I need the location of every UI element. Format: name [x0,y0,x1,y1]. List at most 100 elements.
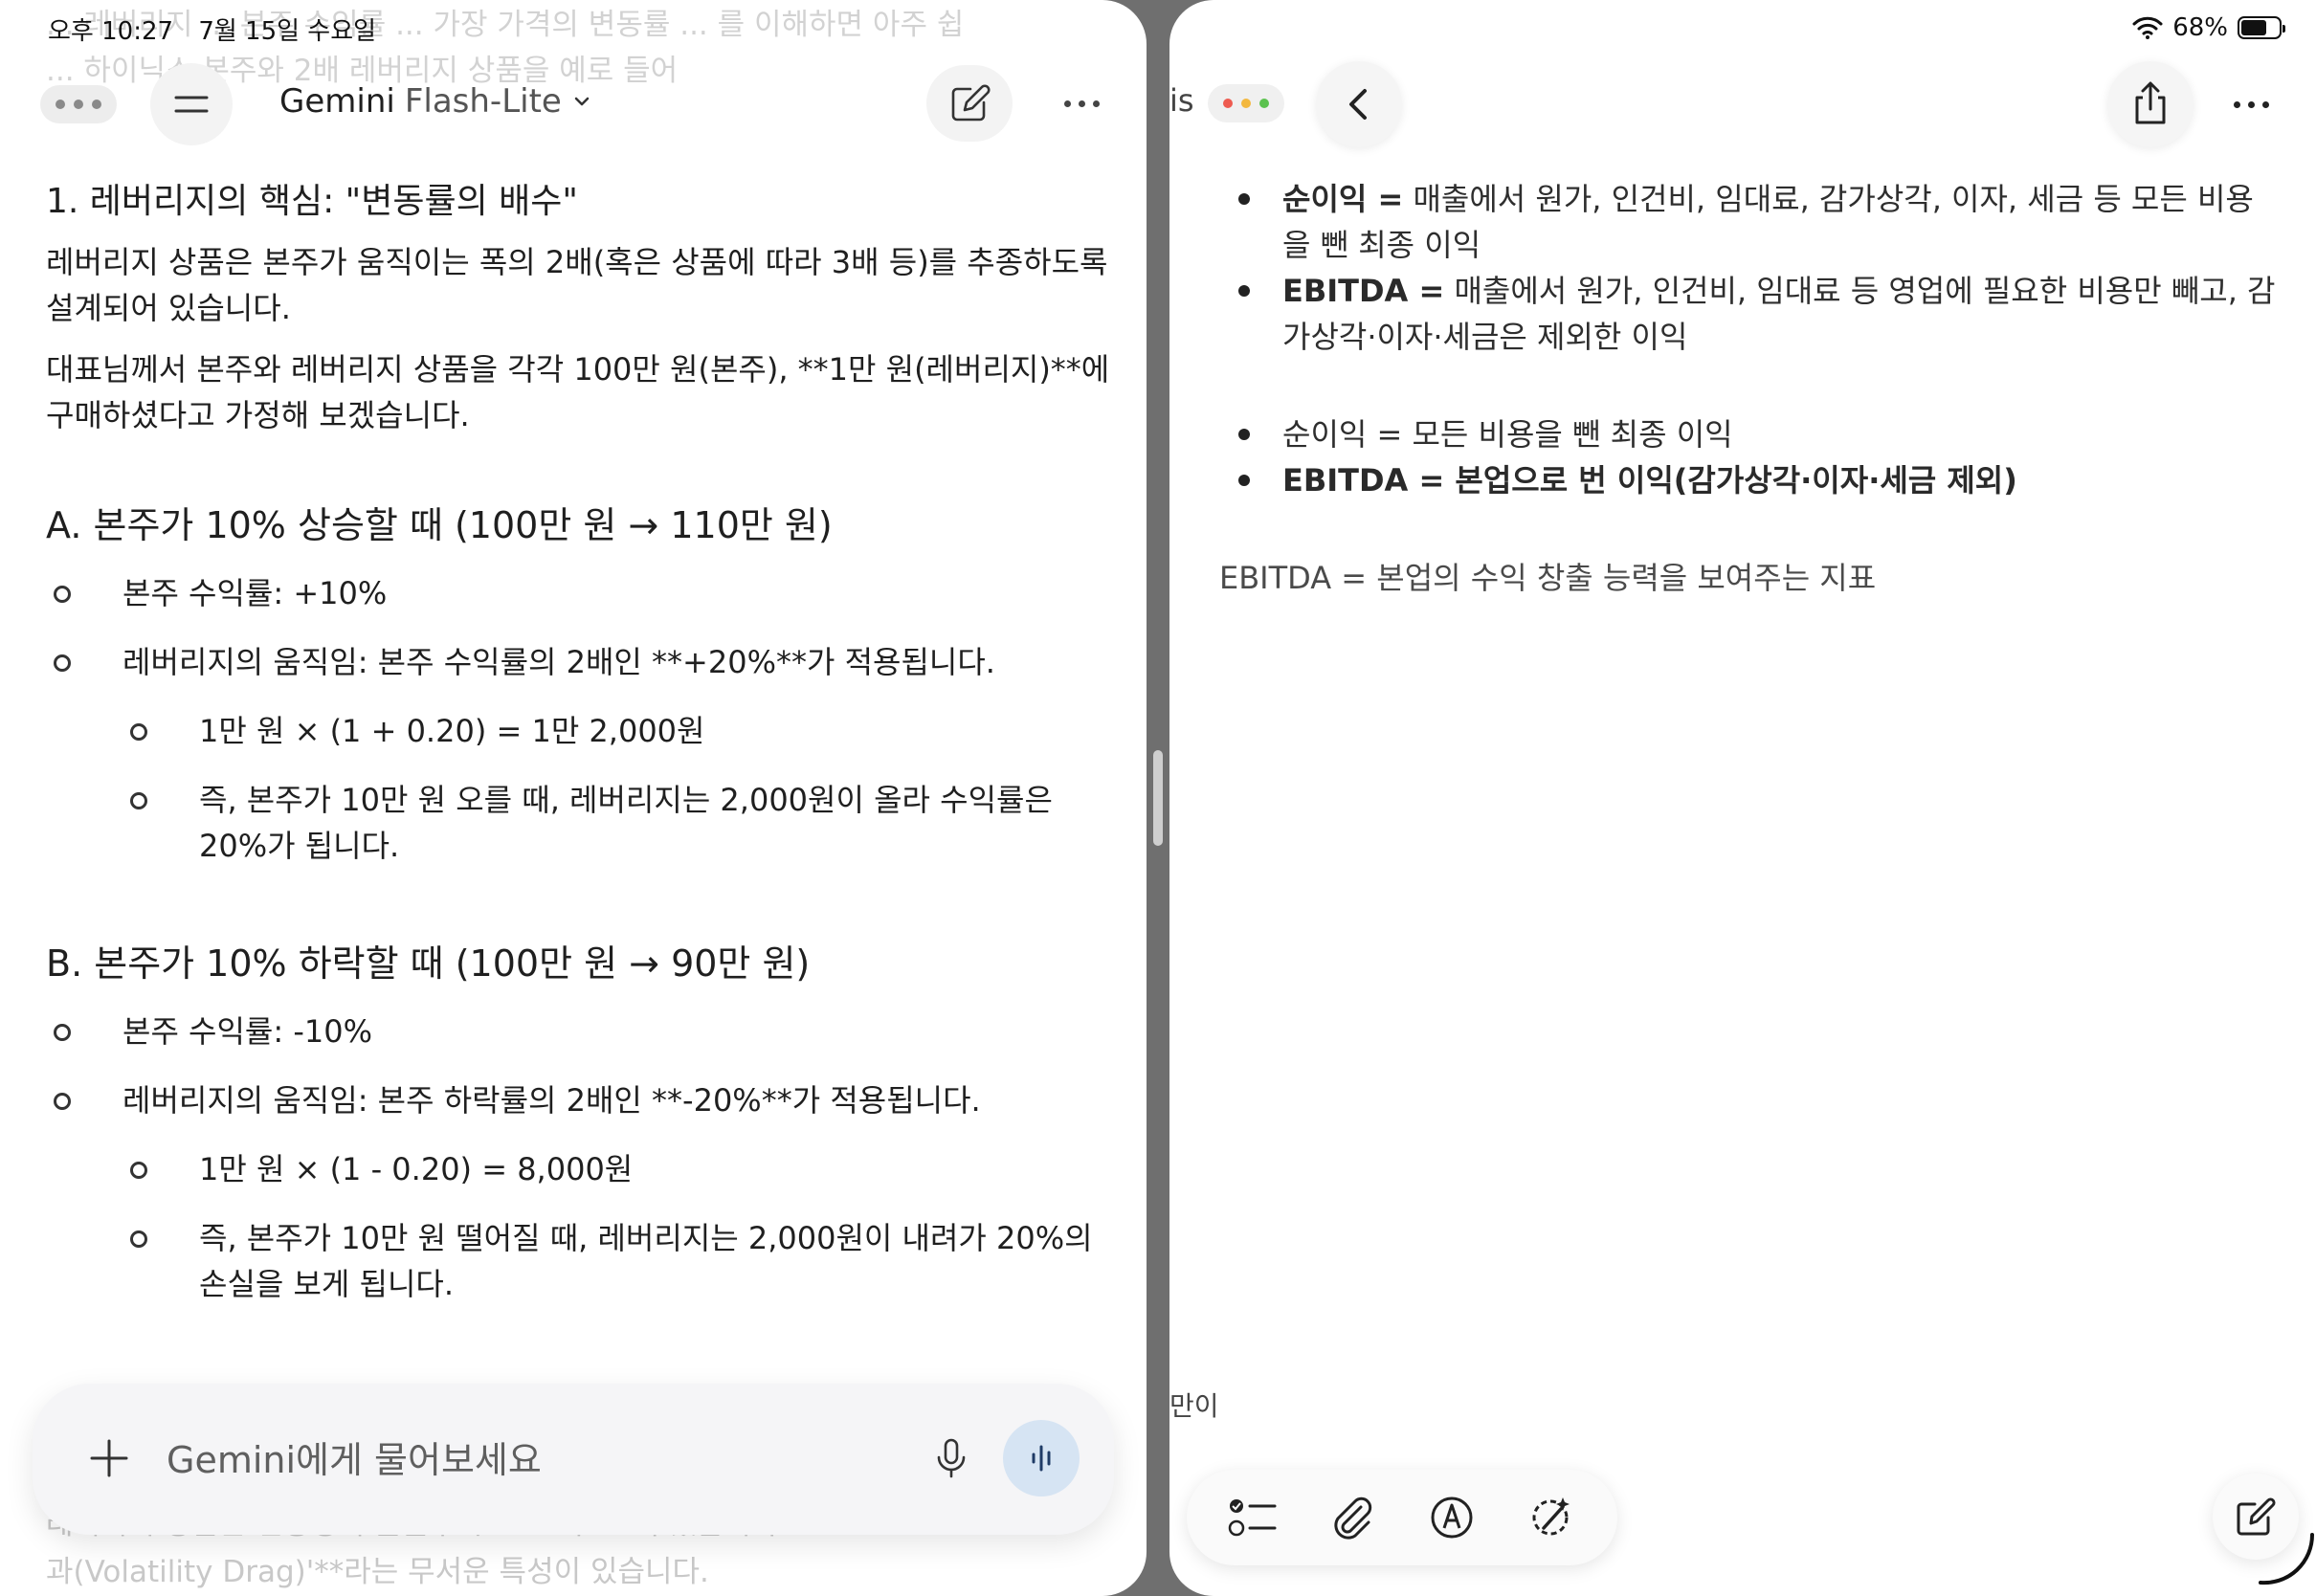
definition: 모든 비용을 뺀 최종 이익 [1402,416,1733,453]
subsection-heading-b: B. 본주가 10% 하락할 때 (100만 원 → 90만 원) [46,942,811,985]
list-item-text: 즉, 본주가 10만 원 오를 때, 레버리지는 2,000원이 올라 수익률은… [199,782,1053,864]
list-item-text: 레버리지의 움직임: 본주 하락률의 2배인 **-20%**가 적용됩니다. [122,1082,981,1119]
paperclip-icon [1334,1496,1372,1540]
status-date: 7월 15일 수요일 [198,17,377,46]
term: EBITDA = [1282,462,1445,499]
list-item-text: 1만 원 × (1 + 0.20) = 1만 2,000원 [199,713,705,749]
list-item: EBITDA = 본업으로 번 이익(감가상각·이자·세금 제외) [1219,457,2282,503]
checklist-icon [1228,1499,1277,1537]
list-item: 레버리지의 움직임: 본주 수익률의 2배인 **+20%**가 적용됩니다. [46,639,1118,685]
status-bar-right: 68% [2132,13,2285,42]
bullet-circle [54,654,71,672]
menu-icon [174,96,209,113]
chevron-down-icon [574,97,590,106]
section-heading: 1. 레버리지의 핵심: "변동률의 배수" [46,182,578,221]
list-item-text: 본주 수익률: +10% [122,575,388,611]
markup-button[interactable] [1421,1487,1482,1548]
more-dot [1078,100,1085,107]
new-chat-button[interactable] [926,65,1013,142]
list-item: 레버리지의 움직임: 본주 하락률의 2배인 **-20%**가 적용됩니다. [46,1077,1118,1123]
battery-percent: 68% [2172,13,2228,42]
bullet-circle [54,586,71,603]
prompt-bar [33,1384,1114,1535]
background-window-text: is [1169,82,1194,119]
share-button[interactable] [2107,61,2194,147]
list-item-text: 즉, 본주가 10만 원 떨어질 때, 레버리지는 2,000원이 내려가 20… [199,1220,1093,1302]
menu-button[interactable] [150,63,233,145]
ghost-line: 과(Volatility Drag)'**라는 무서운 특성이 있습니다. [46,1555,709,1589]
more-dot [1092,100,1100,107]
background-window-text: 만이 [1169,1390,1219,1422]
bullet-list: 순이익 = 모든 비용을 뺀 최종 이익 EBITDA = 본업으로 번 이익(… [1219,411,2282,503]
voice-mode-button[interactable] [1003,1420,1080,1496]
sub-list-item: 1만 원 × (1 + 0.20) = 1만 2,000원 [46,708,1118,754]
paragraph: 대표님께서 본주와 레버리지 상품을 각각 100만 원(본주), **1만 원… [46,351,1110,433]
definition: 매출에서 원가, 인건비, 임대료, 감가상각, 이자, 세금 등 모든 비용을… [1282,181,2254,263]
close-dot [1223,99,1233,108]
writing-tools-button[interactable] [1520,1487,1581,1548]
window-controls[interactable] [40,85,117,123]
attachment-button[interactable] [1322,1487,1383,1548]
list-item-text: 레버리지의 움직임: 본주 수익률의 2배인 **+20%**가 적용됩니다. [122,644,995,680]
mic-icon [937,1438,966,1478]
plus-icon [90,1439,128,1477]
term: EBITDA = [1282,273,1445,309]
notes-toolbar [1187,1470,1617,1565]
note-body[interactable]: 순이익 = 매출에서 원가, 인건비, 임대료, 감가상각, 이자, 세금 등 … [1219,176,2282,601]
sub-list-item: 즉, 본주가 10만 원 오를 때, 레버리지는 2,000원이 올라 수익률은… [46,777,1118,869]
split-view-handle[interactable] [1153,750,1163,846]
apple-intelligence-icon [1532,1497,1570,1536]
bullet-circle [130,1162,147,1179]
bullet-circle [130,792,147,809]
gemini-header: Gemini Flash-Lite [0,57,1147,149]
list-item-text: 1만 원 × (1 - 0.20) = 8,000원 [199,1151,634,1187]
more-dot [1063,100,1071,107]
edit-icon [951,84,991,122]
resize-corner-icon[interactable] [2251,1521,2316,1588]
term: 순이익 = [1282,181,1404,217]
more-options-button[interactable] [1043,86,1120,121]
bullet-circle [130,723,147,741]
notes-window: is 만이 68% 순이익 = 매출에서 원가, 인건비, 임대료, 감가상각,… [1169,0,2316,1596]
model-selector[interactable]: Gemini Flash-Lite [279,82,592,121]
bullet-circle [130,1230,147,1248]
subsection-heading-a: A. 본주가 10% 상승할 때 (100만 원 → 110만 원) [46,504,833,546]
window-dot [56,100,65,109]
battery-fill [2241,20,2266,35]
note-more-button[interactable] [2213,80,2289,128]
list-item: EBITDA = 매출에서 원가, 인건비, 임대료 등 영업에 필요한 비용만… [1219,268,2282,360]
list-item-text: 본주 수익률: -10% [122,1013,372,1050]
status-time: 오후 10:27 [48,17,174,46]
battery-icon [2238,16,2285,39]
list-item: 순이익 = 매출에서 원가, 인건비, 임대료, 감가상각, 이자, 세금 등 … [1219,176,2282,268]
window-dot [74,100,83,109]
status-bar-left: 오후 10:27 7월 15일 수요일 [48,11,393,47]
minimize-dot [1241,99,1251,108]
more-dot [2247,100,2255,108]
prompt-input[interactable] [167,1433,894,1487]
voice-mode-icon [1032,1445,1051,1472]
gemini-window: ... 레버리지 ... 본주 수익률 ... 가장 가격의 변동률 ... 를… [0,0,1147,1596]
bullet-circle [54,1093,71,1110]
microphone-button[interactable] [923,1430,980,1487]
window-controls[interactable] [1208,84,1284,122]
more-dot [2233,100,2240,108]
back-button[interactable] [1316,61,1402,147]
add-attachment-button[interactable] [82,1431,136,1485]
list-item: 본주 수익률: +10% [46,570,1118,616]
model-name: Flash-Lite [404,82,562,121]
back-icon [1349,89,1367,120]
app-name: Gemini [279,82,395,121]
share-icon [2135,81,2166,124]
markup-pen-icon [1431,1496,1473,1539]
more-dot [2261,100,2269,108]
checklist-button[interactable] [1223,1487,1284,1548]
window-dot [92,100,101,109]
chat-response: 1. 레버리지의 핵심: "변동률의 배수" 레버리지 상품은 본주가 움직이는… [46,178,1118,1330]
paragraph: 레버리지 상품은 본주가 움직이는 폭의 2배(혹은 상품에 따라 3배 등)를… [46,244,1108,326]
sub-list-item: 즉, 본주가 10만 원 떨어질 때, 레버리지는 2,000원이 내려가 20… [46,1215,1118,1307]
definition: 본업으로 번 이익(감가상각·이자·세금 제외) [1444,462,2017,499]
summary-line: EBITDA = 본업의 수익 창출 능력을 보여주는 지표 [1219,560,1877,596]
